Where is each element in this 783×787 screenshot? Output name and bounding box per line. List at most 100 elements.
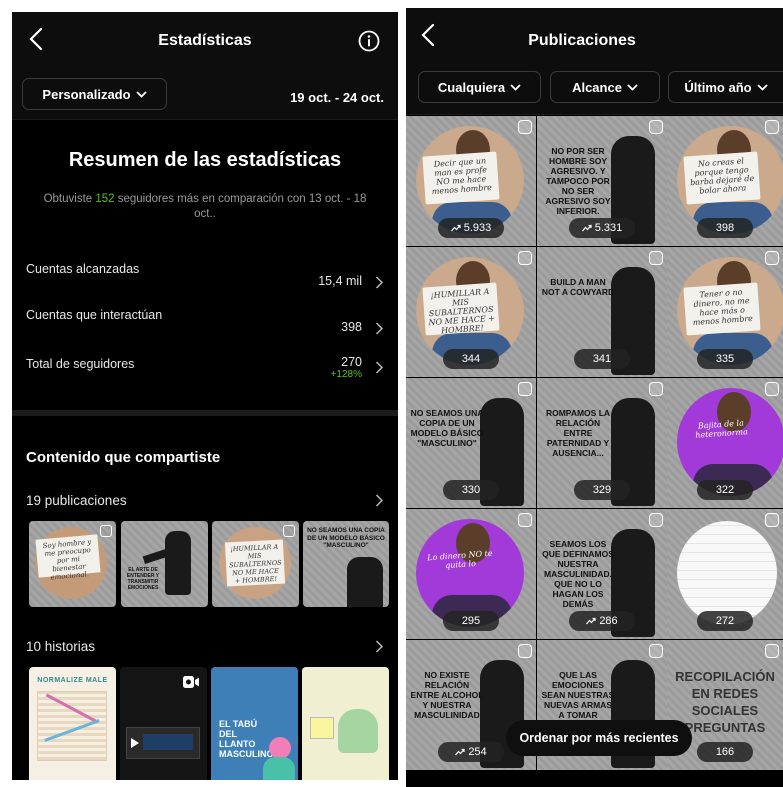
post-tile[interactable]: Decir que un man es profe NO me hace men… — [406, 116, 536, 246]
posts-filter-bar: Cualquiera Alcance Último año — [406, 63, 783, 115]
post-thumbnail[interactable]: EL ARTE DE ENTENDER Y TRANSMITIR EMOCION… — [121, 521, 208, 607]
metric-accounts-engaged[interactable]: Cuentas que interactúan 398 — [26, 308, 384, 348]
filter-bar: Personalizado 19 oct. - 24 oct. — [12, 68, 398, 120]
post-tile[interactable]: Bajita de la heteronorma 322 — [667, 378, 783, 508]
post-thumbnail[interactable]: NO SEAMOS UNA COPIA DE UN MODELO BÁSICO … — [303, 521, 389, 607]
poster-caption: QUE LAS EMOCIONES SEAN NUESTRAS NUEVAS A… — [541, 670, 615, 720]
multi-select-icon — [518, 513, 532, 527]
multi-select-icon — [518, 382, 532, 396]
reach-count-badge: 329 — [574, 480, 630, 500]
post-tile[interactable]: 272 — [667, 509, 783, 639]
post-tile[interactable]: Tener o no dinero, no me hace más o meno… — [667, 247, 783, 377]
story-title: NORMALIZE MALE — [37, 677, 108, 684]
multi-select-icon — [518, 251, 532, 265]
word-search-grid — [37, 691, 107, 761]
story-thumbnail[interactable]: EL TABÚ DEL LLANTO MASCULINO — [211, 667, 298, 780]
reach-count-badge: 330 — [443, 480, 499, 500]
multi-select-icon — [518, 120, 532, 134]
reach-count-badge: 322 — [697, 480, 753, 500]
trending-up-icon — [586, 617, 596, 625]
period-dropdown-label: Personalizado — [42, 86, 131, 102]
posts-header: Publicaciones — [406, 8, 783, 63]
insights-screen: Estadísticas Personalizado 19 oct. - 24 … — [12, 12, 398, 780]
page-title: Publicaciones — [528, 32, 636, 49]
post-tile[interactable]: No creas el porque tengo barba dejaré de… — [667, 116, 783, 246]
multi-select-icon — [649, 120, 663, 134]
story-thumbnail[interactable] — [120, 667, 207, 780]
metric-total-followers[interactable]: Total de seguidores 270 +128% — [26, 355, 384, 397]
time-filter-dropdown[interactable]: Último año — [668, 71, 783, 103]
sign-text: Tener o no dinero, no me hace más o meno… — [683, 282, 761, 336]
summary-suffix: seguidores más en comparación con 13 oct… — [117, 193, 367, 220]
chevron-down-icon — [756, 83, 768, 91]
reach-count: 329 — [592, 484, 612, 496]
time-filter-label: Último año — [684, 79, 752, 95]
post-tile[interactable]: ROMPAMOS LA RELACIÓN ENTRE PATERNIDAD Y … — [537, 378, 667, 508]
reach-count: 398 — [715, 222, 735, 234]
sign-text: ¡HUMILLAR A MIS SUBALTERNOS NO ME HACE +… — [422, 282, 500, 336]
reach-count: 254 — [468, 746, 487, 758]
metric-accounts-reached[interactable]: Cuentas alcanzadas 15,4 mil — [26, 262, 384, 302]
reach-count-badge: 398 — [697, 218, 753, 238]
post-tile[interactable]: BUILD A MAN NOT A COWYARD 341 — [537, 247, 667, 377]
select-checkbox-icon — [100, 525, 112, 537]
sign-text: ¡HUMILLAR A MIS SUBALTERNOS NO ME HACE +… — [224, 539, 286, 587]
poster-caption: SEAMOS LOS QUE DEFINAMOS NUESTRA MASCULI… — [542, 539, 614, 609]
poster-caption: NO SEAMOS UNA COPIA DE UN MODELO BÁSICO … — [410, 408, 484, 448]
metric-filter-label: Alcance — [572, 79, 622, 95]
post-thumbnail[interactable]: ¡HUMILLAR A MIS SUBALTERNOS NO ME HACE +… — [212, 521, 299, 607]
illustration-body — [263, 757, 295, 780]
date-range: 19 oct. - 24 oct. — [290, 90, 384, 105]
reach-count: 330 — [461, 484, 481, 496]
sign-text: Bajita de la heteronorma — [694, 418, 749, 440]
period-dropdown[interactable]: Personalizado — [22, 78, 167, 110]
soldier-silhouette — [165, 531, 191, 595]
reach-count-badge: 335 — [697, 349, 753, 369]
sort-button[interactable]: Ordenar por más recientes — [506, 720, 692, 756]
reach-count: 166 — [715, 746, 735, 758]
multi-select-icon — [765, 382, 779, 396]
stories-row-header[interactable]: 10 historias — [26, 639, 384, 659]
multi-select-icon — [765, 251, 779, 265]
chevron-right-icon — [375, 640, 384, 653]
post-tile[interactable]: Lo dinero NO te quita lo 295 — [406, 509, 536, 639]
reach-count-badge: 344 — [443, 349, 499, 369]
metric-label: Cuentas alcanzadas — [26, 262, 140, 276]
metric-value: 398 — [341, 320, 362, 334]
multi-select-icon — [765, 120, 779, 134]
insights-header: Estadísticas — [12, 12, 398, 68]
multi-select-icon — [649, 382, 663, 396]
chevron-down-icon — [135, 90, 147, 98]
story-thumbnail[interactable]: NORMALIZE MALE — [29, 667, 116, 780]
reach-count-badge: 166 — [697, 742, 753, 762]
reach-count: 295 — [461, 615, 481, 627]
stories-count-label: 10 historias — [26, 639, 96, 654]
info-icon[interactable] — [358, 30, 380, 52]
posts-row-header[interactable]: 19 publicaciones — [26, 493, 384, 513]
multi-select-icon — [518, 644, 532, 658]
metric-filter-dropdown[interactable]: Alcance — [550, 71, 660, 103]
reach-count-badge: 272 — [697, 611, 753, 631]
follower-gain-count: 152 — [95, 193, 115, 205]
poster-caption: EL ARTE DE ENTENDER Y TRANSMITIR EMOCION… — [126, 567, 160, 591]
sign-text: Decir que un man es profe NO me hace men… — [422, 151, 500, 205]
poster-caption: NO POR SER HOMBRE SOY AGRESIVO. Y TAMPOC… — [545, 146, 611, 216]
section-divider — [12, 410, 398, 416]
reach-count-badge: 254 — [438, 742, 504, 762]
post-tile[interactable]: ¡HUMILLAR A MIS SUBALTERNOS NO ME HACE +… — [406, 247, 536, 377]
chevron-right-icon — [375, 361, 384, 374]
post-tile[interactable]: SEAMOS LOS QUE DEFINAMOS NUESTRA MASCULI… — [537, 509, 667, 639]
chevron-right-icon — [375, 494, 384, 507]
video-preview — [126, 727, 200, 759]
content-section-title: Contenido que compartiste — [26, 449, 221, 466]
metric-value: 270 — [341, 355, 362, 369]
poster-caption: ROMPAMOS LA RELACIÓN ENTRE PATERNIDAD Y … — [545, 408, 611, 458]
summary-prefix: Obtuviste — [43, 193, 93, 205]
post-tile[interactable]: NO SEAMOS UNA COPIA DE UN MODELO BÁSICO … — [406, 378, 536, 508]
video-frame — [143, 734, 193, 750]
posts-count-label: 19 publicaciones — [26, 493, 127, 508]
post-tile[interactable]: NO POR SER HOMBRE SOY AGRESIVO. Y TAMPOC… — [537, 116, 667, 246]
story-thumbnail[interactable] — [302, 667, 389, 780]
type-filter-dropdown[interactable]: Cualquiera — [418, 71, 541, 103]
post-thumbnail[interactable]: Soy hombre y me preocupo por mi bienesta… — [29, 521, 116, 607]
